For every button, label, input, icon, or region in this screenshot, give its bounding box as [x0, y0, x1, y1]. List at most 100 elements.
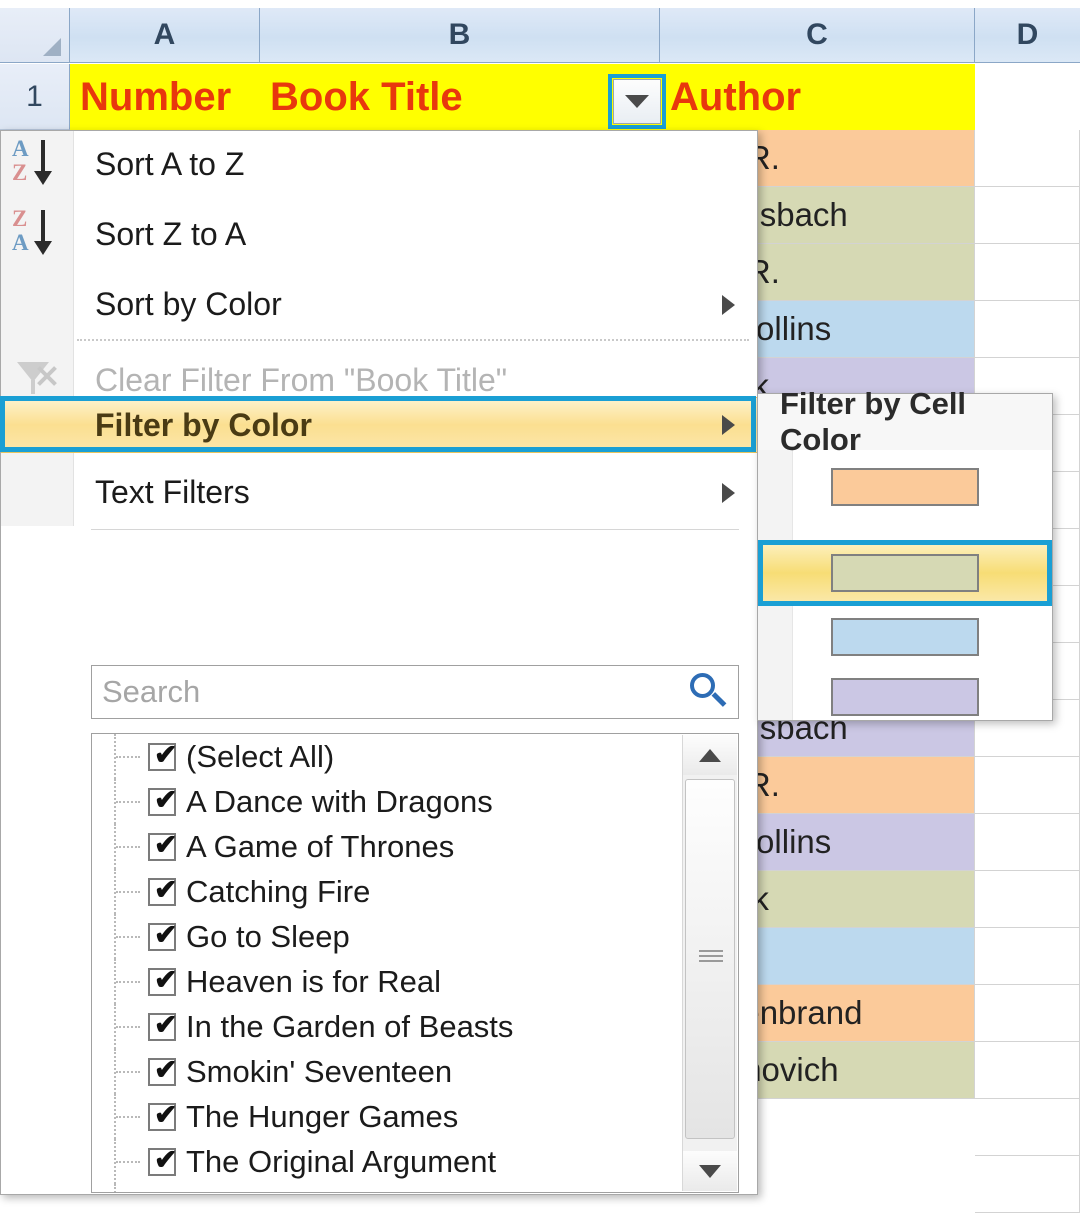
column-header-c[interactable]: C [660, 8, 975, 63]
list-item-checkbox[interactable]: ✔ [148, 1100, 177, 1131]
list-item[interactable]: ✔ Smokin' Seventeen [92, 1049, 738, 1094]
list-item-label: Go to Sleep [186, 918, 350, 954]
list-item-label: In the Garden of Beasts [186, 1008, 514, 1044]
menu-item-text-filters[interactable]: Text Filters [1, 461, 757, 524]
list-item-checkbox[interactable]: ✔ [148, 740, 177, 771]
list-item-label: Catching Fire [186, 873, 371, 909]
menu-separator-2 [91, 529, 739, 530]
column-header-c-label: C [806, 18, 828, 51]
list-item-label: A Dance with Dragons [186, 783, 493, 819]
menu-item-filter-by-color[interactable]: Filter by Color [1, 397, 757, 453]
scrollbar-thumb[interactable] [685, 779, 735, 1139]
menu-item-sort-a-to-z[interactable]: A Z Sort A to Z [1, 133, 757, 196]
menu-item-sort-z-to-a[interactable]: Z A Sort Z to A [1, 203, 757, 266]
menu-item-clear-filter-label: Clear Filter From "Book Title" [95, 362, 508, 398]
row-header-1-label: 1 [26, 79, 43, 113]
list-item[interactable]: ✔ Heaven is for Real [92, 959, 738, 1004]
list-item-checkbox[interactable]: ✔ [148, 875, 177, 906]
list-item[interactable]: ✔ Go to Sleep [92, 914, 738, 959]
list-item[interactable]: ✔ In the Garden of Beasts [92, 1004, 738, 1049]
list-item-checkbox[interactable]: ✔ [148, 965, 177, 996]
cell-d4[interactable] [975, 244, 1080, 301]
cell-c1[interactable]: Author [660, 64, 975, 130]
cell-c1-text: Author [670, 74, 802, 119]
list-item-label: A Game of Thrones [186, 828, 455, 864]
menu-item-sort-by-color-label: Sort by Color [95, 286, 282, 322]
sort-by-color-icon-slot [1, 273, 73, 336]
scroll-down-button[interactable] [683, 1151, 737, 1191]
color-swatch-row-4[interactable] [758, 666, 1052, 728]
menu-item-text-filters-label: Text Filters [95, 474, 250, 510]
scrollbar-grip-icon [699, 950, 723, 964]
column-header-b[interactable]: B [260, 8, 660, 63]
row-header-1[interactable]: 1 [0, 64, 70, 130]
list-item[interactable]: ✔ (Select All) [92, 734, 738, 779]
list-item-label: The Original Argument [186, 1143, 497, 1179]
list-item-label: (Select All) [186, 738, 335, 774]
filter-by-cell-color-submenu: Filter by Cell Color [757, 386, 1053, 721]
cell-d16[interactable] [975, 928, 1080, 985]
column-header-d-label: D [1016, 18, 1039, 51]
sort-ascending-icon: A Z [1, 133, 73, 196]
cell-d20[interactable] [975, 1156, 1080, 1213]
cell-d15[interactable] [975, 871, 1080, 928]
list-item-checkbox[interactable]: ✔ [148, 1010, 177, 1041]
search-magnifier-icon [684, 669, 730, 715]
list-item[interactable]: ✔ Catching Fire [92, 869, 738, 914]
list-item-partial[interactable]: ✔ [92, 1184, 738, 1192]
submenu-title: Filter by Cell Color [758, 386, 1052, 457]
cell-d18[interactable] [975, 1042, 1080, 1099]
cell-d5[interactable] [975, 301, 1080, 358]
cell-b1-text: Book Title [270, 74, 463, 119]
select-all-triangle-icon [43, 38, 61, 56]
sort-descending-icon: Z A [1, 203, 73, 266]
column-header-a[interactable]: A [70, 8, 260, 63]
filter-value-checklist[interactable]: ✔ (Select All) ✔ A Dance with Dragons ✔ … [91, 733, 739, 1193]
list-item-checkbox[interactable]: ✔ [148, 920, 177, 951]
scroll-up-button[interactable] [683, 735, 737, 775]
list-item[interactable]: ✔ A Game of Thrones [92, 824, 738, 869]
list-item[interactable]: ✔ A Dance with Dragons [92, 779, 738, 824]
cell-d13[interactable] [975, 757, 1080, 814]
color-swatch-lavender [831, 678, 979, 716]
list-item-checkbox[interactable]: ✔ [148, 830, 177, 861]
excel-autofilter-screenshot: A B C D 1 Number Book Title Author ge R.… [0, 0, 1080, 1225]
color-swatch-row-1[interactable] [758, 456, 1052, 518]
list-item-checkbox[interactable]: ✔ [148, 785, 177, 816]
cell-b1[interactable]: Book Title [260, 64, 660, 130]
list-item[interactable]: ✔ The Original Argument [92, 1139, 738, 1184]
cell-d17[interactable] [975, 985, 1080, 1042]
cell-a1-text: Number [80, 74, 232, 119]
autofilter-button-highlight-ring [608, 74, 666, 129]
column-header-b-label: B [448, 18, 471, 51]
filter-by-color-chevron-right-icon [722, 415, 735, 435]
menu-item-sort-z-to-a-label: Sort Z to A [95, 216, 247, 252]
list-item-checkbox[interactable]: ✔ [154, 1190, 177, 1192]
color-swatch-olive [831, 554, 979, 592]
filter-by-color-icon-slot [1, 394, 73, 457]
text-filters-icon-slot [1, 461, 73, 524]
list-item-checkbox[interactable]: ✔ [148, 1055, 177, 1086]
scroll-down-arrow-icon [699, 1164, 721, 1178]
list-item-label: The Hunger Games [186, 1098, 459, 1134]
cell-d19[interactable] [975, 1099, 1080, 1156]
submenu-chevron-right-icon [722, 294, 735, 315]
list-item[interactable]: ✔ The Hunger Games [92, 1094, 738, 1139]
color-swatch-row-3[interactable] [758, 606, 1052, 668]
cell-d3[interactable] [975, 187, 1080, 244]
cell-d14[interactable] [975, 814, 1080, 871]
list-item-label: Heaven is for Real [186, 963, 442, 999]
color-swatch-row-2[interactable] [758, 542, 1052, 604]
cell-a1[interactable]: Number [70, 64, 260, 130]
select-all-corner-button[interactable] [0, 8, 70, 63]
menu-item-sort-by-color[interactable]: Sort by Color [1, 273, 757, 336]
list-item-checkbox[interactable]: ✔ [148, 1145, 177, 1176]
menu-item-sort-a-to-z-label: Sort A to Z [95, 146, 245, 182]
checklist-scrollbar[interactable] [682, 735, 737, 1191]
search-input[interactable]: Search [91, 665, 739, 719]
column-header-a-label: A [153, 18, 176, 51]
column-header-d[interactable]: D [975, 8, 1080, 63]
color-swatch-lightblue [831, 618, 979, 656]
autofilter-dropdown-menu: A Z Sort A to Z Z A Sort Z to A Sort by … [0, 130, 758, 1195]
cell-d2[interactable] [975, 130, 1080, 187]
